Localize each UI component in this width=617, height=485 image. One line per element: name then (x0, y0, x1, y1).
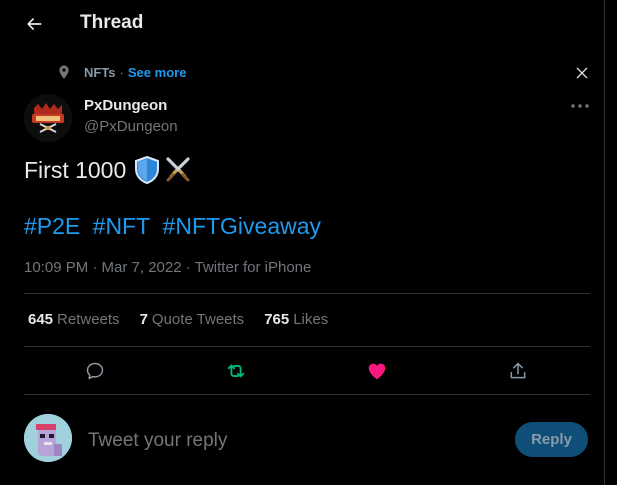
more-horizontal-icon (571, 104, 589, 108)
reply-button[interactable] (83, 359, 107, 383)
topic-label: NFTs (84, 64, 116, 80)
tweet-actions (24, 356, 590, 386)
hashtag-nftgiveaway[interactable]: #NFTGiveaway (163, 213, 321, 239)
share-button[interactable] (506, 359, 530, 383)
divider (24, 293, 590, 294)
thread-panel: Thread NFTs · See more PxDungeon @PxDung… (0, 0, 605, 485)
retweets-count: 645 (28, 311, 54, 328)
tweet-timestamp[interactable]: 10:09 PM · Mar 7, 2022 · Twitter for iPh… (24, 259, 311, 276)
reply-input[interactable] (86, 426, 490, 456)
share-icon (510, 362, 526, 379)
see-more-link[interactable]: See more (128, 65, 187, 80)
topic-pin-icon (56, 64, 72, 80)
divider (24, 394, 590, 395)
quote-tweets-count: 7 (139, 311, 148, 328)
retweets-stat[interactable]: 645 Retweets (28, 311, 120, 328)
hashtag-list: #P2E #NFT #NFTGiveaway (24, 213, 327, 240)
like-button[interactable] (365, 359, 389, 383)
close-button[interactable] (572, 63, 592, 83)
shield-emoji (134, 156, 160, 184)
tweet-stats: 645 Retweets 7 Quote Tweets 765 Likes (28, 311, 348, 328)
user-avatar[interactable] (24, 414, 72, 462)
quote-tweets-stat[interactable]: 7 Quote Tweets (140, 311, 245, 328)
tweet-text: First 1000 (24, 156, 192, 184)
crossed-swords-emoji (164, 156, 192, 184)
back-button[interactable] (20, 10, 48, 38)
likes-label: Likes (293, 311, 329, 328)
divider (24, 346, 590, 347)
thread-header: Thread (0, 0, 605, 46)
reply-icon (86, 362, 104, 380)
context-separator: · (119, 64, 124, 80)
author-avatar[interactable] (24, 94, 72, 142)
hashtag-nft[interactable]: #NFT (93, 213, 151, 239)
more-button[interactable] (568, 96, 592, 116)
topic-context: NFTs · See more (56, 64, 186, 80)
hashtag-p2e[interactable]: #P2E (24, 213, 80, 239)
author-name[interactable]: PxDungeon (84, 97, 167, 114)
author-handle[interactable]: @PxDungeon (84, 118, 178, 135)
quote-tweets-label: Quote Tweets (151, 311, 245, 328)
page-title: Thread (80, 12, 144, 33)
retweets-label: Retweets (57, 311, 120, 328)
retweet-icon (227, 364, 245, 378)
likes-stat[interactable]: 765 Likes (264, 311, 328, 328)
reply-submit-button[interactable]: Reply (515, 422, 588, 457)
tweet-text-content: First 1000 (24, 156, 127, 183)
close-icon (576, 67, 588, 79)
retweet-button[interactable] (224, 359, 248, 383)
heart-icon (368, 363, 386, 380)
likes-count: 765 (264, 311, 290, 328)
arrow-left-icon (27, 18, 42, 30)
